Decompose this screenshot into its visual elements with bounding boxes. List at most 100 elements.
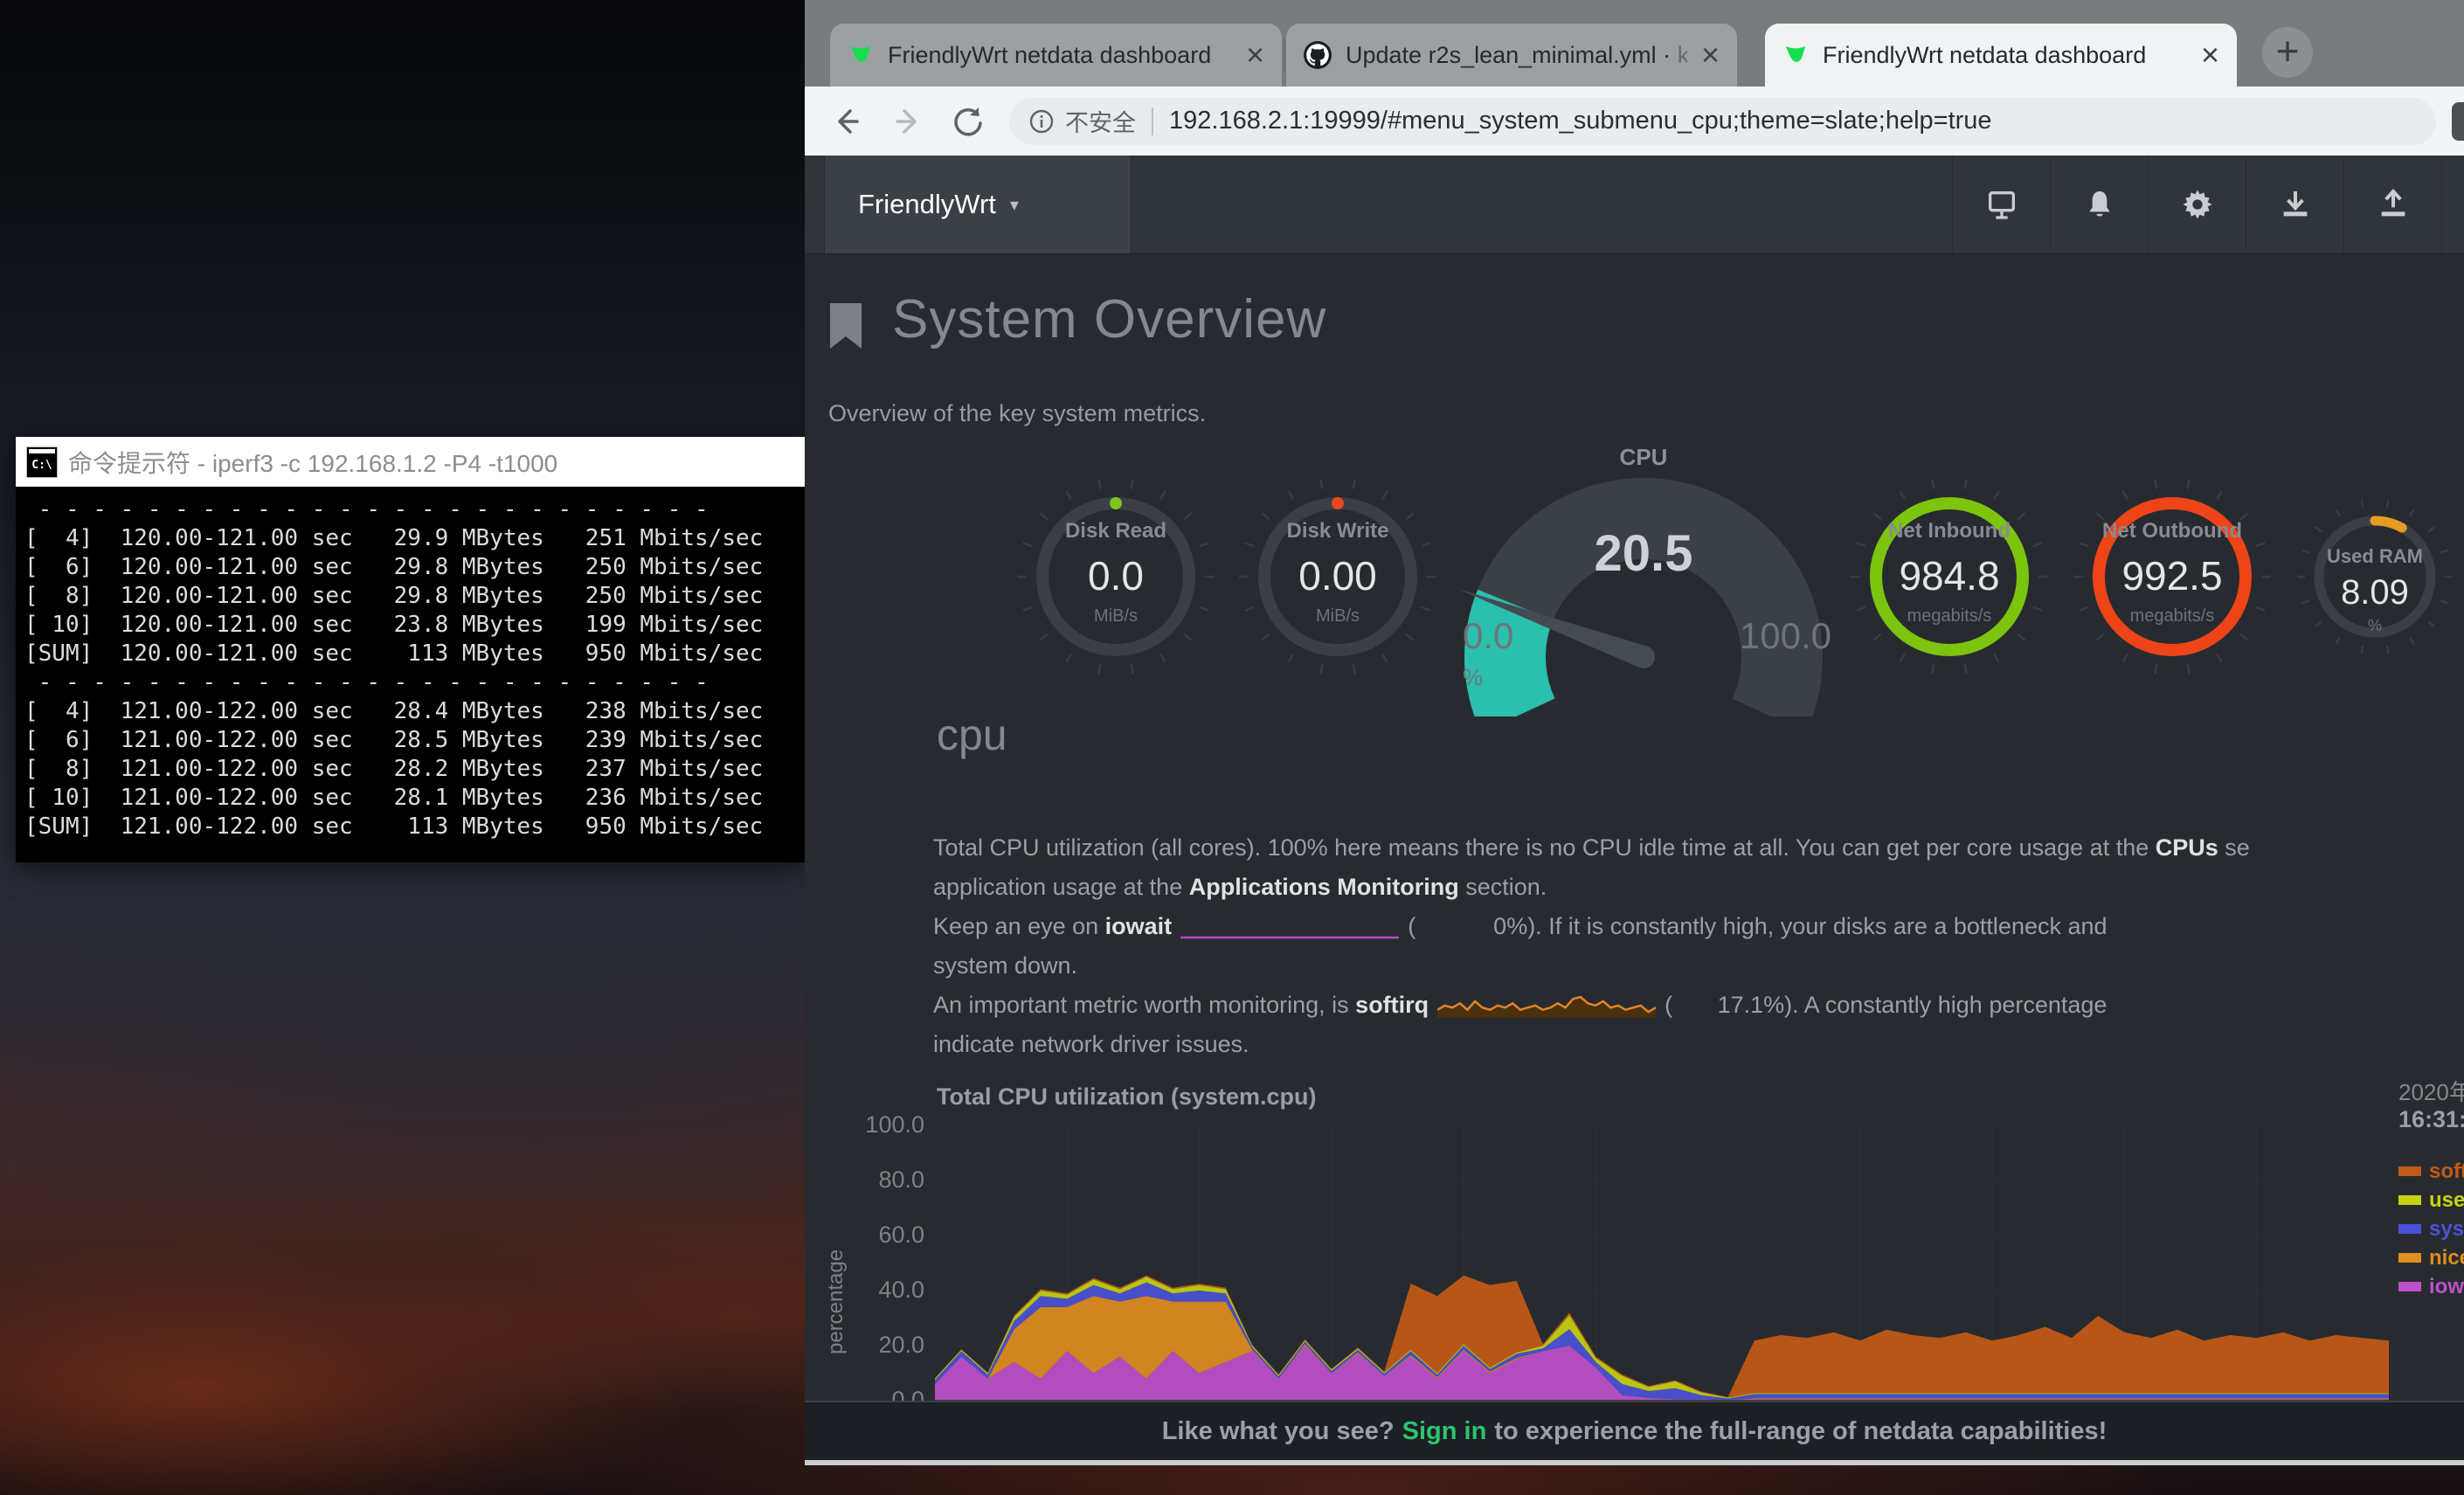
paragraph-line: system down. (933, 946, 2464, 986)
gauge-label: CPU (1450, 444, 1837, 471)
signin-banner: Like what you see? Sign in to experience… (805, 1401, 2464, 1460)
tab-netdata-1[interactable]: FriendlyWrt netdata dashboard × (830, 24, 1282, 87)
softirq-sparkline (1437, 993, 1656, 1019)
gauge-used-ram[interactable]: Used RAM 8.09 % (2288, 489, 2462, 664)
browser-window: FriendlyWrt netdata dashboard × Update r… (805, 0, 2464, 1465)
upload-icon (2376, 187, 2411, 222)
legend-item[interactable]: nice (2398, 1243, 2464, 1272)
import-button[interactable] (2246, 156, 2343, 253)
y-axis-label: percentage (824, 1249, 848, 1354)
gauge-unit: MiB/s (1235, 606, 1441, 626)
url-text[interactable]: 192.168.2.1:19999/#menu_system_submenu_c… (1169, 107, 1992, 135)
iowait-label: iowait (1105, 913, 1173, 939)
tab-github[interactable]: Update r2s_lean_minimal.yml · k × (1286, 24, 1737, 87)
y-axis-tick: 80.0 (851, 1166, 924, 1194)
legend-item[interactable]: softirq (2398, 1157, 2464, 1186)
chart-title: Total CPU utilization (system.cpu) (937, 1083, 1317, 1111)
gauge-cpu[interactable]: CPU 20.5 0.0 100.0 % (1450, 444, 1837, 716)
gauge-net-inbound[interactable]: Net Inbound 984.8 megabits/s (1846, 474, 2052, 680)
terminal-title: 命令提示符 - iperf3 -c 192.168.1.2 -P4 -t1000 (68, 445, 557, 480)
extension-icon[interactable] (2452, 102, 2464, 141)
gauge-label: Disk Write (1235, 519, 1441, 543)
terminal-window[interactable]: C:\ 命令提示符 - iperf3 -c 192.168.1.2 -P4 -t… (16, 437, 805, 862)
close-icon[interactable]: × (1246, 39, 1264, 71)
bookmark-icon (829, 302, 862, 350)
monitor-button[interactable] (1952, 156, 2050, 253)
gauge-unit: % (2288, 617, 2462, 635)
page-title: System Overview (892, 288, 1326, 350)
legend-item[interactable]: system (2398, 1215, 2464, 1243)
close-icon[interactable]: × (1701, 39, 1720, 71)
gauge-value: 992.5 (2069, 552, 2275, 599)
softirq-label: softirq (1355, 992, 1429, 1018)
cpu-description: Total CPU utilization (all cores). 100% … (933, 828, 2464, 1064)
sign-in-link[interactable]: Sign in (1402, 1417, 1487, 1446)
hostname-dropdown[interactable]: FriendlyWrt ▾ (824, 156, 1132, 253)
legend-swatch (2398, 1166, 2421, 1176)
applications-monitoring-link[interactable]: Applications Monitoring (1189, 874, 1459, 900)
chart-legend: softirq user system nice iowait (2398, 1157, 2464, 1301)
netdata-page: FriendlyWrt ▾ (805, 156, 2464, 1460)
gear-icon (2180, 187, 2215, 222)
y-axis-tick: 100.0 (851, 1111, 924, 1139)
github-icon (1304, 41, 1332, 69)
gauge-max: 100.0 (1740, 615, 1831, 657)
gauge-value: 0.0 (1013, 552, 1219, 599)
legend-item[interactable]: iowait (2398, 1272, 2464, 1301)
bell-icon (2082, 187, 2117, 222)
terminal-output: - - - - - - - - - - - - - - - - - - - - … (24, 495, 805, 841)
legend-swatch (2398, 1224, 2421, 1234)
tab-label: Update r2s_lean_minimal.yml · k (1346, 42, 1687, 69)
reload-icon[interactable] (950, 102, 988, 141)
iowait-value: 0 (1415, 907, 1506, 946)
terminal-body[interactable]: - - - - - - - - - - - - - - - - - - - - … (16, 487, 805, 862)
legend-swatch (2398, 1282, 2421, 1291)
softirq-value: 17.1 (1672, 986, 1763, 1025)
cpus-link[interactable]: CPUs (2156, 834, 2218, 861)
y-axis-tick: 20.0 (851, 1332, 924, 1359)
netdata-navbar: FriendlyWrt ▾ (805, 156, 2464, 254)
netdata-shield-icon (1782, 42, 1809, 68)
gauge-label: Net Outbound (2069, 519, 2275, 543)
paragraph-line: indicate network driver issues. (933, 1025, 2464, 1064)
alarms-button[interactable] (2050, 156, 2148, 253)
iowait-sparkline (1180, 917, 1399, 940)
browser-toolbar: 不安全 192.168.2.1:19999/#menu_system_subme… (805, 87, 2464, 156)
url-separator (1152, 107, 1153, 135)
gauge-value: 0.00 (1235, 552, 1441, 599)
paragraph-line: Keep an eye on iowait(0%). If it is cons… (933, 907, 2464, 946)
terminal-titlebar[interactable]: C:\ 命令提示符 - iperf3 -c 192.168.1.2 -P4 -t… (16, 437, 805, 487)
gauge-unit: MiB/s (1013, 606, 1219, 626)
tab-separator (1284, 39, 1285, 73)
legend-swatch (2398, 1253, 2421, 1263)
gauge-unit: % (1463, 664, 1483, 691)
tab-label: FriendlyWrt netdata dashboard (888, 42, 1232, 69)
security-status[interactable]: 不安全 (1065, 104, 1136, 138)
address-bar[interactable]: 不安全 192.168.2.1:19999/#menu_system_subme… (1009, 98, 2436, 145)
gauge-label: Disk Read (1013, 519, 1219, 543)
export-button[interactable] (2343, 156, 2442, 253)
close-icon[interactable]: × (2201, 39, 2219, 71)
back-icon[interactable] (827, 102, 866, 141)
cmd-icon: C:\ (26, 446, 58, 478)
chevron-down-icon: ▾ (1010, 194, 1019, 216)
gauge-min: 0.0 (1463, 615, 1513, 657)
new-tab-button[interactable]: + (2262, 27, 2313, 78)
gauge-disk-write[interactable]: Disk Write 0.00 MiB/s (1235, 474, 1441, 680)
browser-bottom-edge (805, 1460, 2464, 1465)
cpu-utilization-chart[interactable] (935, 1125, 2389, 1401)
chart-date: 2020年3 (2398, 1075, 2464, 1107)
gauge-net-outbound[interactable]: Net Outbound 992.5 megabits/s (2069, 474, 2275, 680)
forward-icon[interactable] (889, 102, 927, 141)
netdata-shield-icon (848, 42, 874, 68)
tab-netdata-2-active[interactable]: FriendlyWrt netdata dashboard × (1765, 24, 2237, 87)
info-icon[interactable] (1028, 108, 1055, 135)
settings-button[interactable] (2148, 156, 2246, 253)
tab-strip: FriendlyWrt netdata dashboard × Update r… (805, 0, 2464, 87)
legend-item[interactable]: user (2398, 1186, 2464, 1215)
paragraph-line: An important metric worth monitoring, is… (933, 986, 2464, 1025)
hostname-label: FriendlyWrt (858, 189, 996, 220)
gauge-disk-read[interactable]: Disk Read 0.0 MiB/s (1013, 474, 1219, 680)
y-axis-tick: 40.0 (851, 1277, 924, 1304)
banner-text: to experience the full-range of netdata … (1494, 1417, 2107, 1446)
